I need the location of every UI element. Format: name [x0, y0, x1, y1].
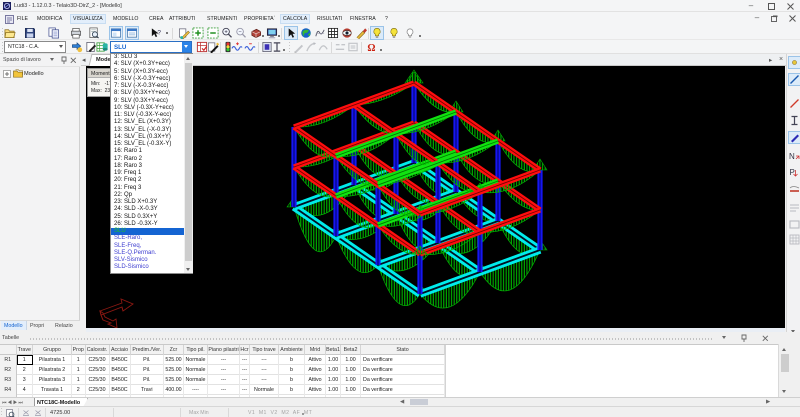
svg-text:N: N	[789, 152, 795, 161]
svg-text:Ω: Ω	[367, 43, 375, 53]
svg-text:?: ?	[157, 29, 161, 36]
svg-text:P: P	[789, 168, 794, 177]
